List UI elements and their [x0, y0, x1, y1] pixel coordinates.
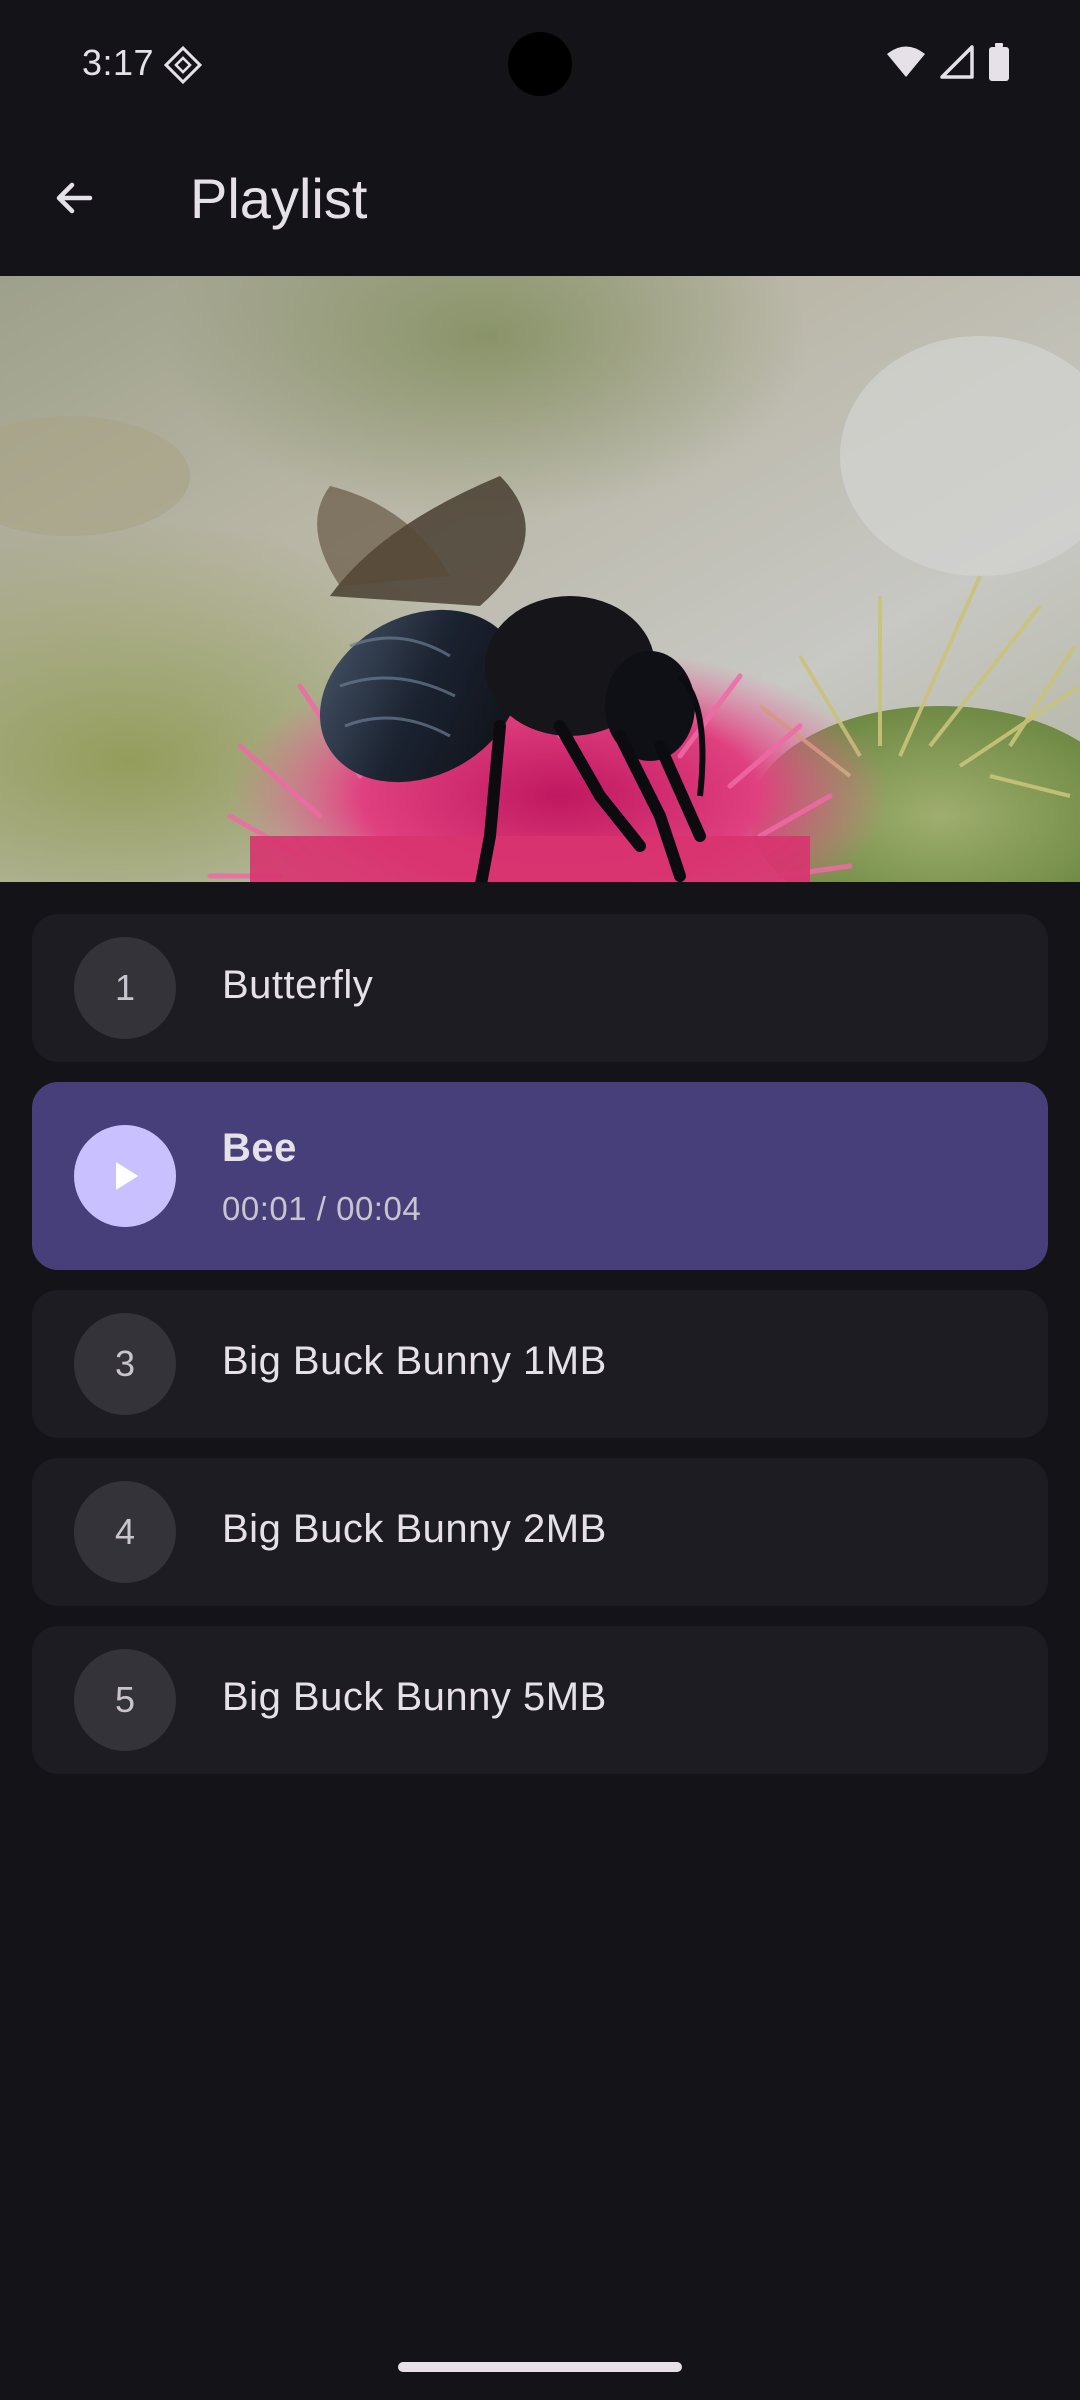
cell-signal-icon	[940, 44, 974, 84]
status-time: 3:17	[82, 42, 155, 83]
track-title: Butterfly	[222, 963, 374, 1007]
track-title: Big Buck Bunny 1MB	[222, 1339, 607, 1383]
track-number-badge: 5	[74, 1649, 176, 1751]
gesture-navigation-bar[interactable]	[398, 2362, 682, 2372]
wifi-icon	[886, 45, 926, 84]
page-title: Playlist	[190, 167, 368, 230]
camera-cutout	[508, 32, 572, 96]
battery-icon	[988, 42, 1010, 86]
diamond-badge-icon	[163, 45, 203, 85]
playlist-item-4[interactable]: 4 Big Buck Bunny 2MB	[32, 1458, 1048, 1606]
track-progress: 00:01 / 00:04	[222, 1190, 422, 1227]
status-bar: 3:17	[0, 0, 1080, 128]
track-number-badge: 3	[74, 1313, 176, 1415]
track-title: Big Buck Bunny 2MB	[222, 1507, 607, 1551]
playlist-item-2-now-playing[interactable]: Bee 00:01 / 00:04	[32, 1082, 1048, 1270]
track-title: Big Buck Bunny 5MB	[222, 1675, 607, 1719]
track-title: Bee	[222, 1126, 297, 1170]
back-button[interactable]	[38, 162, 110, 234]
playlist-item-1[interactable]: 1 Butterfly	[32, 914, 1048, 1062]
track-number-badge: 1	[74, 937, 176, 1039]
status-icons	[886, 42, 1010, 86]
top-app-bar: Playlist	[0, 128, 1080, 276]
playlist-item-5[interactable]: 5 Big Buck Bunny 5MB	[32, 1626, 1048, 1774]
video-player[interactable]	[0, 276, 1080, 882]
playlist-item-3[interactable]: 3 Big Buck Bunny 1MB	[32, 1290, 1048, 1438]
arrow-back-icon	[56, 182, 93, 214]
bee-on-thistle-image	[0, 276, 1080, 882]
play-icon	[116, 1162, 138, 1190]
track-number-badge: 4	[74, 1481, 176, 1583]
play-badge	[74, 1125, 176, 1227]
